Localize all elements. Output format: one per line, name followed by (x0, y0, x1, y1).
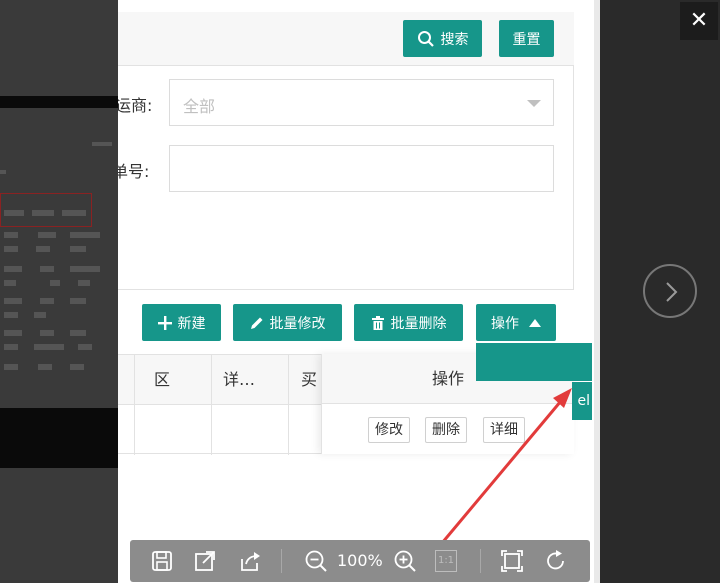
share-icon[interactable] (238, 549, 262, 573)
chevron-right-icon (666, 282, 678, 302)
zoom-out-icon[interactable] (304, 549, 328, 573)
toolbar-divider (480, 549, 481, 573)
toolbar-divider (281, 549, 282, 573)
close-viewer-button[interactable]: ✕ (680, 2, 718, 40)
next-image-button[interactable] (643, 264, 697, 318)
zoom-in-icon[interactable] (393, 549, 417, 573)
viewer-toolbar: 100% 1:1 (130, 540, 590, 582)
open-in-new-icon[interactable] (193, 549, 217, 573)
actual-size-button[interactable]: 1:1 (435, 550, 457, 572)
annotation-arrow (430, 388, 572, 556)
rotate-icon[interactable] (544, 549, 568, 573)
zoom-level: 100% (337, 551, 383, 570)
save-icon[interactable] (150, 549, 174, 573)
close-icon: ✕ (689, 8, 709, 33)
fullscreen-icon[interactable] (500, 549, 524, 573)
